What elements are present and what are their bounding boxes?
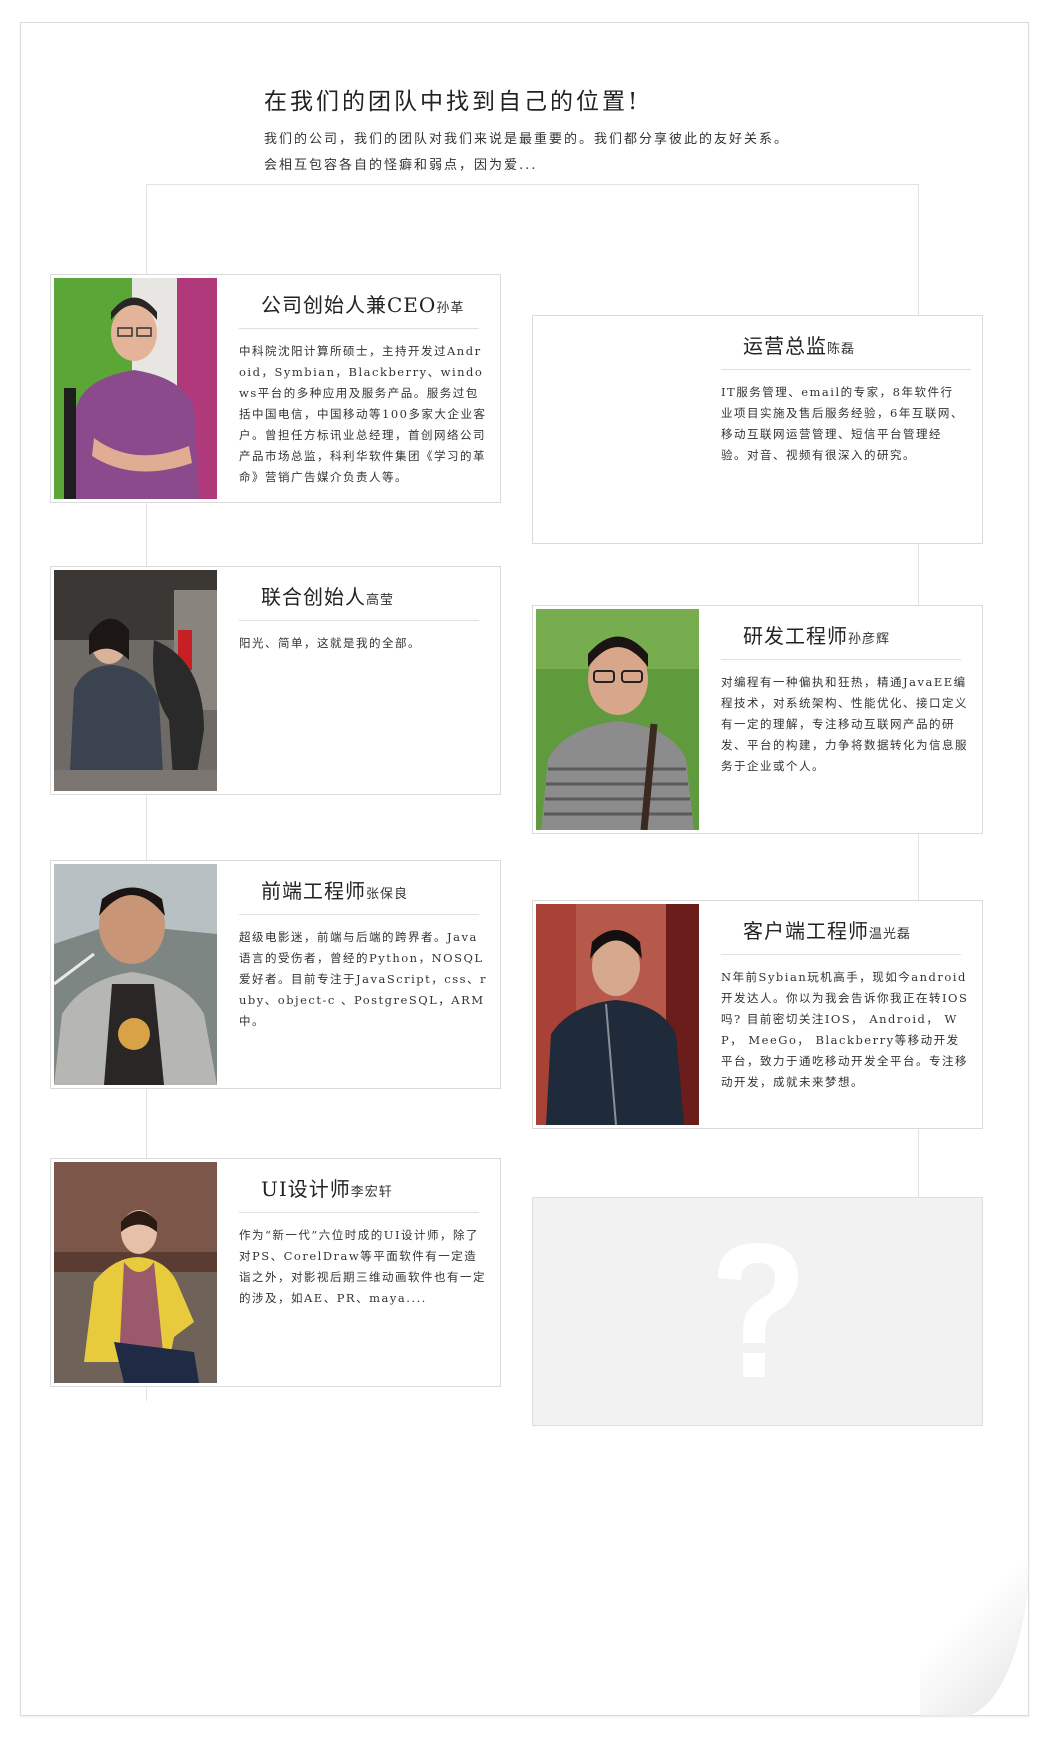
question-mark-icon xyxy=(718,1243,798,1377)
member-name: 李宏轩 xyxy=(350,1185,393,1200)
team-card-ceo: 公司创始人兼CEO孙革 中科院沈阳计算所硕士，主持开发过Android，Symb… xyxy=(50,274,501,503)
team-card-operations: 运营总监陈磊 IT服务管理、email的专家，8年软件行业项目实施及售后服务经验… xyxy=(532,315,983,544)
card-title: 研发工程师孙彦辉 xyxy=(721,620,961,660)
member-name: 高莹 xyxy=(366,593,395,608)
member-photo xyxy=(536,609,699,830)
card-title: 公司创始人兼CEO孙革 xyxy=(239,289,479,329)
team-card-client: 客户端工程师温光磊 N年前Sybian玩机高手，现如今android开发达人。你… xyxy=(532,900,983,1129)
page-title: 在我们的团队中找到自己的位置! xyxy=(264,89,641,115)
member-role: 研发工程师 xyxy=(743,624,848,648)
member-role: 公司创始人兼CEO xyxy=(261,293,437,317)
intro-text: 我们的公司，我们的团队对我们来说是最重要的。我们都分享彼此的友好关系。 会相互包… xyxy=(264,127,884,179)
member-photo xyxy=(54,864,217,1085)
member-role: 前端工程师 xyxy=(261,879,366,903)
team-card-rnd: 研发工程师孙彦辉 对编程有一种偏执和狂热，精通JavaEE编程技术，对系统架构、… xyxy=(532,605,983,834)
connector-top xyxy=(146,184,919,185)
intro-line-2: 会相互包容各自的怪癖和弱点，因为爱... xyxy=(264,158,538,173)
intro-section: 在我们的团队中找到自己的位置! 我们的公司，我们的团队对我们来说是最重要的。我们… xyxy=(264,82,884,179)
member-photo xyxy=(54,570,217,791)
member-description: 中科院沈阳计算所硕士，主持开发过Android，Symbian，Blackber… xyxy=(239,344,487,484)
member-description: 阳光、简单，这就是我的全部。 xyxy=(239,636,421,650)
team-card-ui-designer: UI设计师李宏轩 作为“新一代”六位时成的UI设计师，除了对PS、CorelDr… xyxy=(50,1158,501,1387)
member-role: 联合创始人 xyxy=(261,585,366,609)
team-card-cofounder: 联合创始人高莹 阳光、简单，这就是我的全部。 xyxy=(50,566,501,795)
member-description: 对编程有一种偏执和狂热，精通JavaEE编程技术，对系统架构、性能优化、接口定义… xyxy=(721,675,968,773)
open-position-card[interactable] xyxy=(532,1197,983,1426)
intro-line-1: 我们的公司，我们的团队对我们来说是最重要的。我们都分享彼此的友好关系。 xyxy=(264,132,790,147)
member-name: 孙革 xyxy=(436,301,465,316)
team-card-frontend: 前端工程师张保良 超级电影迷，前端与后端的跨界者。Java语言的受伤者，曾经的P… xyxy=(50,860,501,1089)
member-role: UI设计师 xyxy=(261,1177,351,1201)
member-photo xyxy=(54,1162,217,1383)
card-title: 运营总监陈磊 xyxy=(721,330,971,370)
member-description: 作为“新一代”六位时成的UI设计师，除了对PS、CorelDraw等平面软件有一… xyxy=(239,1228,486,1305)
member-role: 运营总监 xyxy=(743,334,827,358)
member-description: IT服务管理、email的专家，8年软件行业项目实施及售后服务经验，6年互联网、… xyxy=(721,385,964,462)
member-description: 超级电影迷，前端与后端的跨界者。Java语言的受伤者，曾经的Python，NOS… xyxy=(239,930,488,1028)
card-title: 前端工程师张保良 xyxy=(239,875,479,915)
card-title: UI设计师李宏轩 xyxy=(239,1173,479,1213)
member-description: N年前Sybian玩机高手，现如今android开发达人。你以为我会告诉你我正在… xyxy=(721,970,969,1089)
member-name: 温光磊 xyxy=(869,927,912,942)
member-name: 张保良 xyxy=(366,887,409,902)
member-role: 客户端工程师 xyxy=(743,919,869,943)
member-photo xyxy=(536,904,699,1125)
member-photo xyxy=(54,278,217,499)
card-title: 客户端工程师温光磊 xyxy=(721,915,961,955)
card-title: 联合创始人高莹 xyxy=(239,581,479,621)
member-name: 孙彦辉 xyxy=(848,632,891,647)
member-name: 陈磊 xyxy=(827,342,856,357)
